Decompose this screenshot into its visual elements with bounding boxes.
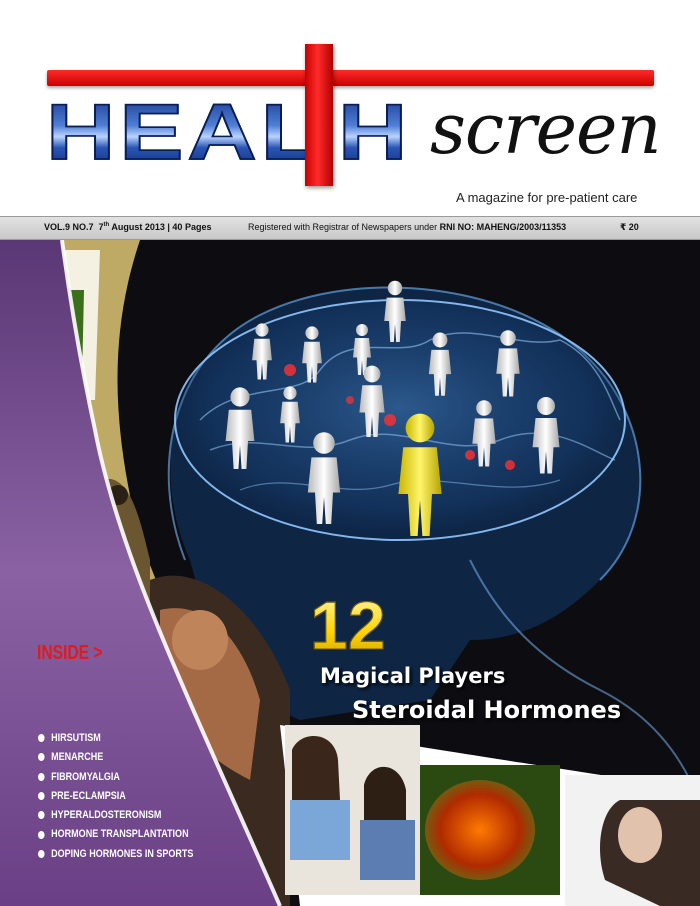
registration-number: RNI NO: MAHENG/2003/11353 — [439, 222, 567, 232]
issue-prefix: VOL.9 NO.7 — [44, 222, 94, 232]
list-item-label: HIRSUTISM — [51, 732, 101, 744]
title-script: screen — [430, 88, 662, 170]
list-item: PRE-ECLAMPSIA — [38, 790, 193, 809]
list-item-label: HYPERALDOSTERONISM — [51, 809, 162, 822]
masthead: HEAL H screen A magazine for pre-patient… — [0, 0, 700, 212]
list-item-label: MENARCHE — [51, 751, 104, 764]
list-item: HORMONE TRANSPLANTATION — [38, 828, 193, 847]
inside-list: HIRSUTISM MENARCHE FIBROMYALGIA PRE-ECLA… — [38, 732, 228, 867]
issue-rest: August 2013 | 40 Pages — [111, 222, 212, 232]
cross-bar — [47, 70, 654, 86]
tagline: A magazine for pre-patient care — [456, 190, 638, 205]
list-item-label: HORMONE TRANSPLANTATION — [51, 828, 189, 841]
cover-headline-line2: Steroidal Hormones — [352, 696, 622, 724]
list-item: FIBROMYALGIA — [38, 771, 193, 790]
list-item-label: FIBROMYALGIA — [51, 770, 120, 783]
issue-info: VOL.9 NO.7 7th August 2013 | 40 Pages — [44, 222, 211, 232]
list-item: MENARCHE — [38, 751, 193, 770]
inside-label: INSIDE > — [37, 642, 103, 664]
list-item: HIRSUTISM — [38, 732, 193, 751]
list-item-label: PRE-ECLAMPSIA — [51, 789, 126, 802]
cover-headline-line1: Magical Players — [320, 664, 506, 688]
issue-day-suffix: th — [103, 222, 110, 228]
cover-art: 12 Magical Players Steroidal Hormones IN… — [0, 240, 700, 906]
title-h: H — [337, 88, 412, 177]
list-item-label: DOPING HORMONES IN SPORTS — [51, 847, 194, 860]
bullet-icon — [38, 830, 45, 839]
price: ₹ 20 — [620, 222, 639, 232]
registration-info: Registered with Registrar of Newspapers … — [248, 222, 566, 232]
info-strip: VOL.9 NO.7 7th August 2013 | 40 Pages Re… — [0, 216, 700, 240]
cover-number: 12 — [310, 588, 387, 664]
bullet-icon — [38, 753, 45, 762]
cross-stem — [305, 44, 333, 186]
bullet-icon — [38, 772, 45, 781]
bullet-icon — [38, 734, 45, 743]
registration-prefix: Registered with Registrar of Newspapers … — [248, 222, 438, 232]
bullet-icon — [38, 811, 45, 820]
bullet-icon — [38, 849, 45, 858]
list-item: DOPING HORMONES IN SPORTS — [38, 848, 193, 867]
bullet-icon — [38, 791, 45, 800]
title-heal: HEAL — [45, 88, 324, 177]
list-item: HYPERALDOSTERONISM — [38, 809, 193, 828]
